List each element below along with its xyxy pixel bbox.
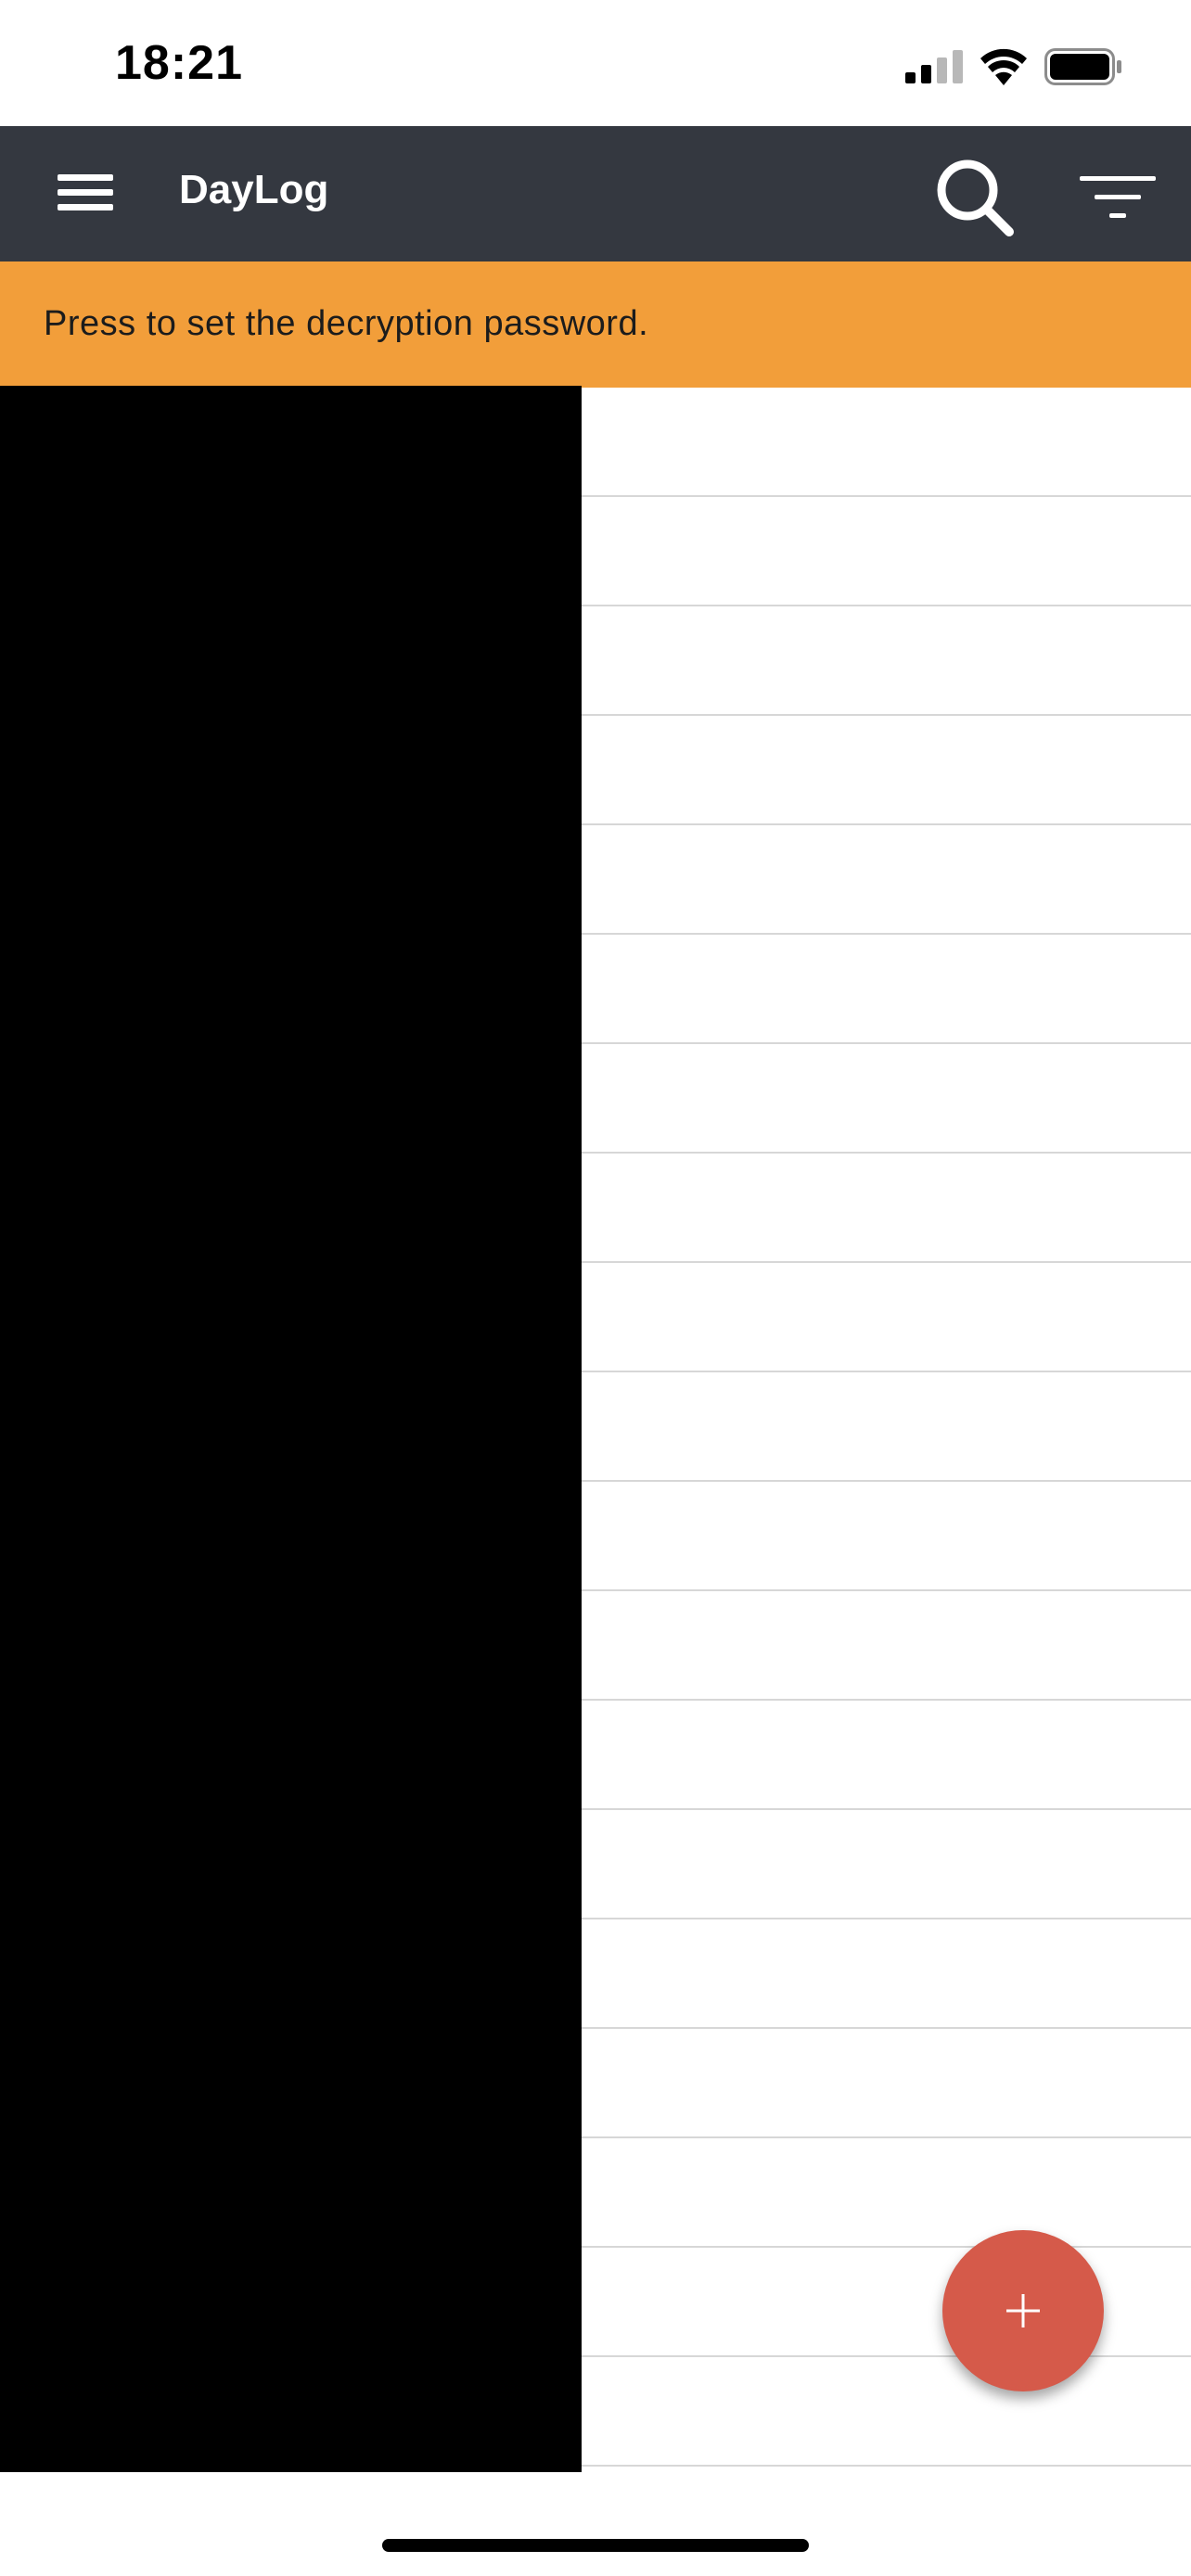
filter-icon[interactable] [1076, 172, 1159, 224]
status-bar: 18:21 [0, 0, 1191, 126]
home-indicator[interactable] [382, 2539, 809, 2552]
app-title: DayLog [179, 167, 329, 212]
banner-text: Press to set the decryption password. [44, 304, 649, 343]
plus-icon [1006, 2294, 1040, 2327]
status-time: 18:21 [115, 36, 243, 90]
home-area [0, 2472, 1191, 2576]
signal-icon [905, 50, 963, 83]
redacted-area [0, 386, 582, 2472]
add-entry-button[interactable] [942, 2230, 1104, 2391]
decryption-password-banner[interactable]: Press to set the decryption password. [0, 261, 1191, 388]
wifi-icon [980, 48, 1027, 85]
menu-icon[interactable] [52, 163, 119, 223]
search-icon[interactable] [931, 154, 1017, 239]
app-bar: DayLog [0, 126, 1191, 261]
battery-icon [1044, 48, 1121, 85]
